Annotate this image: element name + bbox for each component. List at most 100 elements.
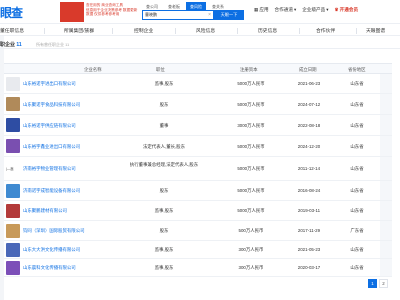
company-logo xyxy=(6,261,20,275)
table-row[interactable]: 济南诺宇成智能设备有限公司 股东 5000万人民币 2016-08-24 山东省 xyxy=(4,181,392,201)
table-row[interactable]: 山东裕宇鑫业进出口有限公司 法定代表人,董长,股东 5000万人民币 2024-… xyxy=(4,136,392,157)
province-cell: 山东省 xyxy=(350,247,364,252)
tab-group[interactable]: 所属集团/族群 xyxy=(64,27,94,34)
column-capital: 注册资本 xyxy=(240,67,258,72)
promo-text: 查在用的 商业查询工具 信息用于企业决策参考 数据更新 数据 仅供参考参考用 xyxy=(86,3,142,17)
top-bar: 眼查 查在用的 商业查询工具 信息用于企业决策参考 数据更新 数据 仅供参考参考… xyxy=(0,0,400,24)
enterprise-menu[interactable]: 企业级产品 ▾ xyxy=(302,7,328,13)
cooperation-label: 合作通道 xyxy=(274,7,293,12)
promo-line: 数据 仅供参考参考用 xyxy=(86,12,120,17)
vip-button[interactable]: ♛ 开通会员 xyxy=(335,7,359,13)
date-cell: 2017-11-29 xyxy=(297,228,321,233)
table-row[interactable]: |—鑫 济南裕宇物业管理有限公司 执行董事兼总经理,法定代表人,股东 5000万… xyxy=(4,157,392,181)
search-input[interactable] xyxy=(143,11,207,19)
province-cell: 山东省 xyxy=(350,208,364,213)
chevron-down-icon: ▾ xyxy=(326,7,329,12)
date-cell: 2024-12-20 xyxy=(297,144,321,149)
column-province: 省份地区 xyxy=(348,67,366,72)
tab-divider xyxy=(356,28,357,34)
company-logo xyxy=(6,77,20,91)
position-cell: 执行董事兼总经理,法定代表人,股东 xyxy=(129,162,199,167)
status-cell xyxy=(380,136,392,156)
province-cell: 山东省 xyxy=(350,144,364,149)
brand-logo[interactable]: 眼查 xyxy=(0,4,23,21)
company-name-link[interactable]: 山东裕诺宇进出口有限公司 xyxy=(23,81,76,87)
position-cell: 监事,股东 xyxy=(154,208,174,213)
chevron-down-icon: ▾ xyxy=(293,7,297,12)
capital-cell: 5000万人民币 xyxy=(237,144,265,149)
company-name-link[interactable]: 山东裕诺宇供应链有限公司 xyxy=(23,123,76,129)
status-cell xyxy=(380,74,392,93)
company-logo-text: |—鑫 xyxy=(6,167,14,171)
tab-controlled[interactable]: 控制企业 xyxy=(134,27,153,34)
table-row[interactable]: 山东大大洪文化传播有限公司 监事,股东 300万人民币 2021-05-23 山… xyxy=(4,241,392,259)
table-row[interactable]: 山东晨科文化传播有限公司 监事,股东 300万人民币 2020-03-17 山东… xyxy=(4,259,392,277)
province-cell: 山东省 xyxy=(350,123,364,128)
date-cell: 2016-08-24 xyxy=(297,188,321,193)
date-cell: 2021-05-23 xyxy=(297,247,321,252)
company-name-link[interactable]: 山东大大洪文化传播有限公司 xyxy=(23,247,80,253)
province-cell: 山东省 xyxy=(350,188,364,193)
vip-label: 开通会员 xyxy=(339,7,359,12)
status-cell xyxy=(380,115,392,135)
company-name-link[interactable]: 钧同（深圳）国际股贸有限公司 xyxy=(23,228,84,234)
province-cell: 山东省 xyxy=(350,81,364,86)
column-company: 企业名称 xyxy=(84,67,102,72)
capital-cell: 5000万人民币 xyxy=(237,188,265,193)
capital-cell: 500万人民币 xyxy=(238,228,264,233)
table-row[interactable]: 山东聚诺宇食品科技有限公司 股东 5000万人民币 2024-07-12 山东省 xyxy=(4,94,392,115)
tab-history[interactable]: 历史信息 xyxy=(258,27,277,34)
column-founded: 成立日期 xyxy=(299,67,317,72)
section-title: 职企业 11 xyxy=(0,41,22,48)
profile-tab-bar: 董任职信息 所属集团/族群 控制企业 风险信息 历史信息 合作伙伴 天眼图谱 xyxy=(0,25,400,36)
page-button-1[interactable]: 1 xyxy=(368,279,377,288)
grid-icon: ▦ xyxy=(254,7,259,12)
date-cell: 2024-07-12 xyxy=(297,102,321,107)
page-button-2[interactable]: 2 xyxy=(379,279,388,288)
tab-director-positions[interactable]: 董任职信息 xyxy=(0,27,24,34)
divider xyxy=(0,48,400,49)
position-cell: 监事,股东 xyxy=(154,81,174,86)
tab-divider xyxy=(44,28,45,34)
tab-graph[interactable]: 天眼图谱 xyxy=(366,27,385,34)
company-name-link[interactable]: 济南裕宇物业管理有限公司 xyxy=(23,166,76,172)
province-cell: 广东省 xyxy=(350,228,364,233)
company-name-link[interactable]: 山东晨科文化传播有限公司 xyxy=(23,265,76,271)
search-button[interactable]: 天眼一下 xyxy=(214,10,244,20)
table-row[interactable]: 山东裕诺宇进出口有限公司 监事,股东 5000万人民币 2021-06-23 山… xyxy=(4,74,392,94)
status-cell xyxy=(380,221,392,240)
company-logo xyxy=(6,118,20,132)
tab-partners[interactable]: 合作伙伴 xyxy=(316,27,335,34)
company-name-link[interactable]: 济南诺宇成智能设备有限公司 xyxy=(23,188,80,194)
province-cell: 山东省 xyxy=(350,265,364,270)
company-logo xyxy=(6,204,20,218)
capital-cell: 5000万人民币 xyxy=(237,81,265,86)
clear-icon[interactable]: × xyxy=(208,12,211,18)
date-cell: 2019-03-11 xyxy=(297,208,321,213)
company-name-link[interactable]: 山东裕宇鑫业进出口有限公司 xyxy=(23,144,80,150)
position-cell: 股东 xyxy=(159,188,169,193)
company-logo xyxy=(6,139,20,153)
header-actions: ▦ 应用 合作通道 ▾ 企业级产品 ▾ ♛ 开通会员 xyxy=(254,7,358,13)
status-cell xyxy=(380,181,392,200)
table-row[interactable]: 钧同（深圳）国际股贸有限公司 股东 500万人民币 2017-11-29 广东省 xyxy=(4,221,392,241)
company-name-link[interactable]: 山东聚鹏建材有限公司 xyxy=(23,208,67,214)
position-cell: 法定代表人,董长,股东 xyxy=(143,144,185,149)
column-position: 职位 xyxy=(156,67,165,72)
tab-risk[interactable]: 风险信息 xyxy=(196,27,215,34)
tab-divider xyxy=(237,28,238,34)
table-row[interactable]: 山东聚鹏建材有限公司 监事,股东 5000万人民币 2019-03-11 山东省 xyxy=(4,201,392,221)
tab-divider xyxy=(299,28,300,34)
date-cell: 2021-06-23 xyxy=(297,81,321,86)
apps-menu[interactable]: ▦ 应用 xyxy=(254,7,269,13)
company-logo xyxy=(6,97,20,111)
company-name-link[interactable]: 山东聚诺宇食品科技有限公司 xyxy=(23,102,80,108)
promo-badge xyxy=(60,2,84,22)
pagination: 1 2 xyxy=(368,279,388,288)
table-row[interactable]: 山东裕诺宇供应链有限公司 董事 3000万人民币 2022-08-18 山东省 xyxy=(4,115,392,136)
company-logo xyxy=(6,224,20,238)
position-cell: 监事,股东 xyxy=(154,247,174,252)
enterprise-label: 企业级产品 xyxy=(302,7,326,12)
status-cell xyxy=(380,94,392,114)
cooperation-menu[interactable]: 合作通道 ▾ xyxy=(275,7,297,13)
